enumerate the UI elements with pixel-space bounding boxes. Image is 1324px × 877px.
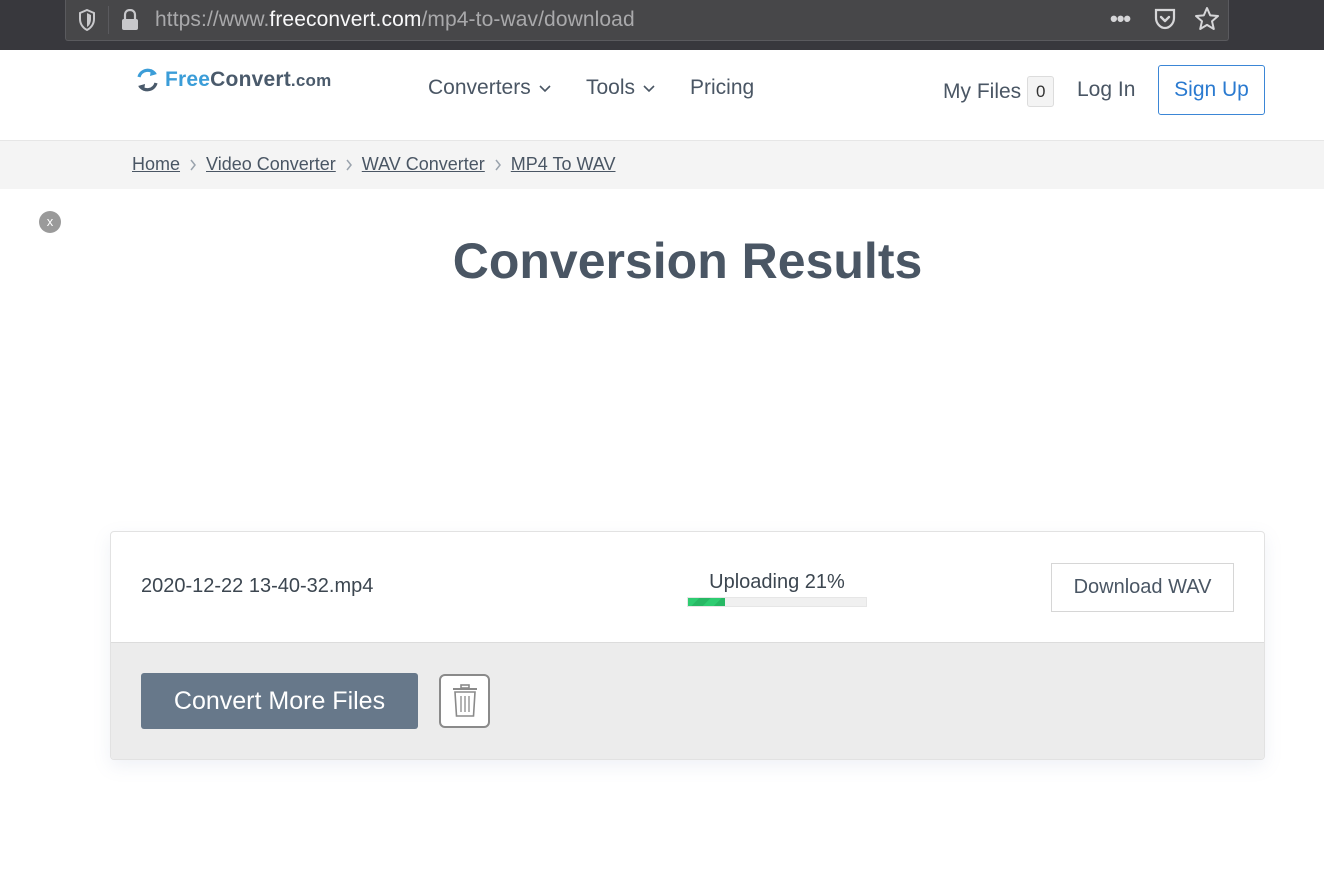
- url-host: freeconvert.com: [269, 8, 422, 31]
- url-path: /mp4-to-wav/download: [421, 8, 635, 31]
- chevron-right-icon: [346, 159, 352, 170]
- card-actions: Convert More Files: [111, 643, 1264, 759]
- login-link[interactable]: Log In: [1077, 78, 1135, 102]
- nav-tools-label: Tools: [586, 76, 636, 99]
- url-prefix: https://www.: [155, 8, 270, 31]
- nav-tools[interactable]: Tools: [586, 76, 656, 100]
- nav-converters-label: Converters: [428, 76, 531, 99]
- breadcrumb-video-converter[interactable]: Video Converter: [206, 154, 336, 175]
- signup-button[interactable]: Sign Up: [1158, 65, 1265, 115]
- browser-toolbar: https://www.freeconvert.com/mp4-to-wav/d…: [0, 0, 1324, 50]
- breadcrumb-wav-converter[interactable]: WAV Converter: [362, 154, 485, 175]
- convert-more-files-button[interactable]: Convert More Files: [141, 673, 418, 729]
- upload-progress-bar: [687, 597, 867, 607]
- site-header: FreeConvert.com Converters Tools Pricing…: [0, 50, 1324, 141]
- upload-progress-fill: [688, 598, 726, 606]
- conversion-card: 2020-12-22 13-40-32.mp4 Uploading 21% Do…: [110, 531, 1265, 760]
- page-title: Conversion Results: [452, 233, 923, 289]
- upload-status: Uploading 21%: [687, 571, 867, 607]
- nav-pricing-label: Pricing: [690, 76, 755, 99]
- chevron-right-icon: [495, 159, 501, 170]
- shield-icon[interactable]: [78, 9, 96, 31]
- logo-text: FreeConvert.com: [165, 68, 331, 92]
- site-logo[interactable]: FreeConvert.com: [134, 64, 331, 96]
- star-icon[interactable]: [1194, 6, 1220, 32]
- breadcrumb: Home Video Converter WAV Converter MP4 T…: [0, 141, 1324, 189]
- my-files-label: My Files: [943, 79, 1022, 103]
- logo-convert: Convert: [210, 68, 291, 91]
- address-bar[interactable]: https://www.freeconvert.com/mp4-to-wav/d…: [65, 0, 1229, 41]
- refresh-logo-icon: [137, 68, 158, 92]
- chevron-down-icon: [539, 85, 551, 93]
- breadcrumb-home[interactable]: Home: [132, 154, 180, 175]
- nav-converters[interactable]: Converters: [428, 76, 552, 100]
- lock-icon[interactable]: [120, 9, 140, 31]
- logo-dotcom: .com: [290, 71, 332, 90]
- url-text[interactable]: https://www.freeconvert.com/mp4-to-wav/d…: [155, 8, 635, 32]
- more-icon[interactable]: •••: [1110, 6, 1131, 32]
- file-row: 2020-12-22 13-40-32.mp4 Uploading 21% Do…: [111, 532, 1264, 643]
- breadcrumb-mp4-to-wav[interactable]: MP4 To WAV: [511, 154, 616, 175]
- upload-status-label: Uploading 21%: [709, 571, 845, 593]
- pocket-icon[interactable]: [1153, 7, 1177, 31]
- delete-button[interactable]: [439, 674, 490, 728]
- address-separator: [108, 6, 109, 34]
- logo-free: Free: [165, 68, 211, 91]
- chevron-down-icon: [643, 85, 655, 93]
- download-wav-button[interactable]: Download WAV: [1051, 563, 1234, 612]
- chevron-right-icon: [190, 159, 196, 170]
- trash-icon: [452, 684, 477, 717]
- my-files-count-badge: 0: [1027, 76, 1055, 107]
- nav-pricing[interactable]: Pricing: [690, 76, 754, 100]
- close-ad-button[interactable]: x: [39, 211, 61, 233]
- my-files-link[interactable]: My Files 0: [943, 76, 1055, 107]
- file-name: 2020-12-22 13-40-32.mp4: [141, 575, 374, 597]
